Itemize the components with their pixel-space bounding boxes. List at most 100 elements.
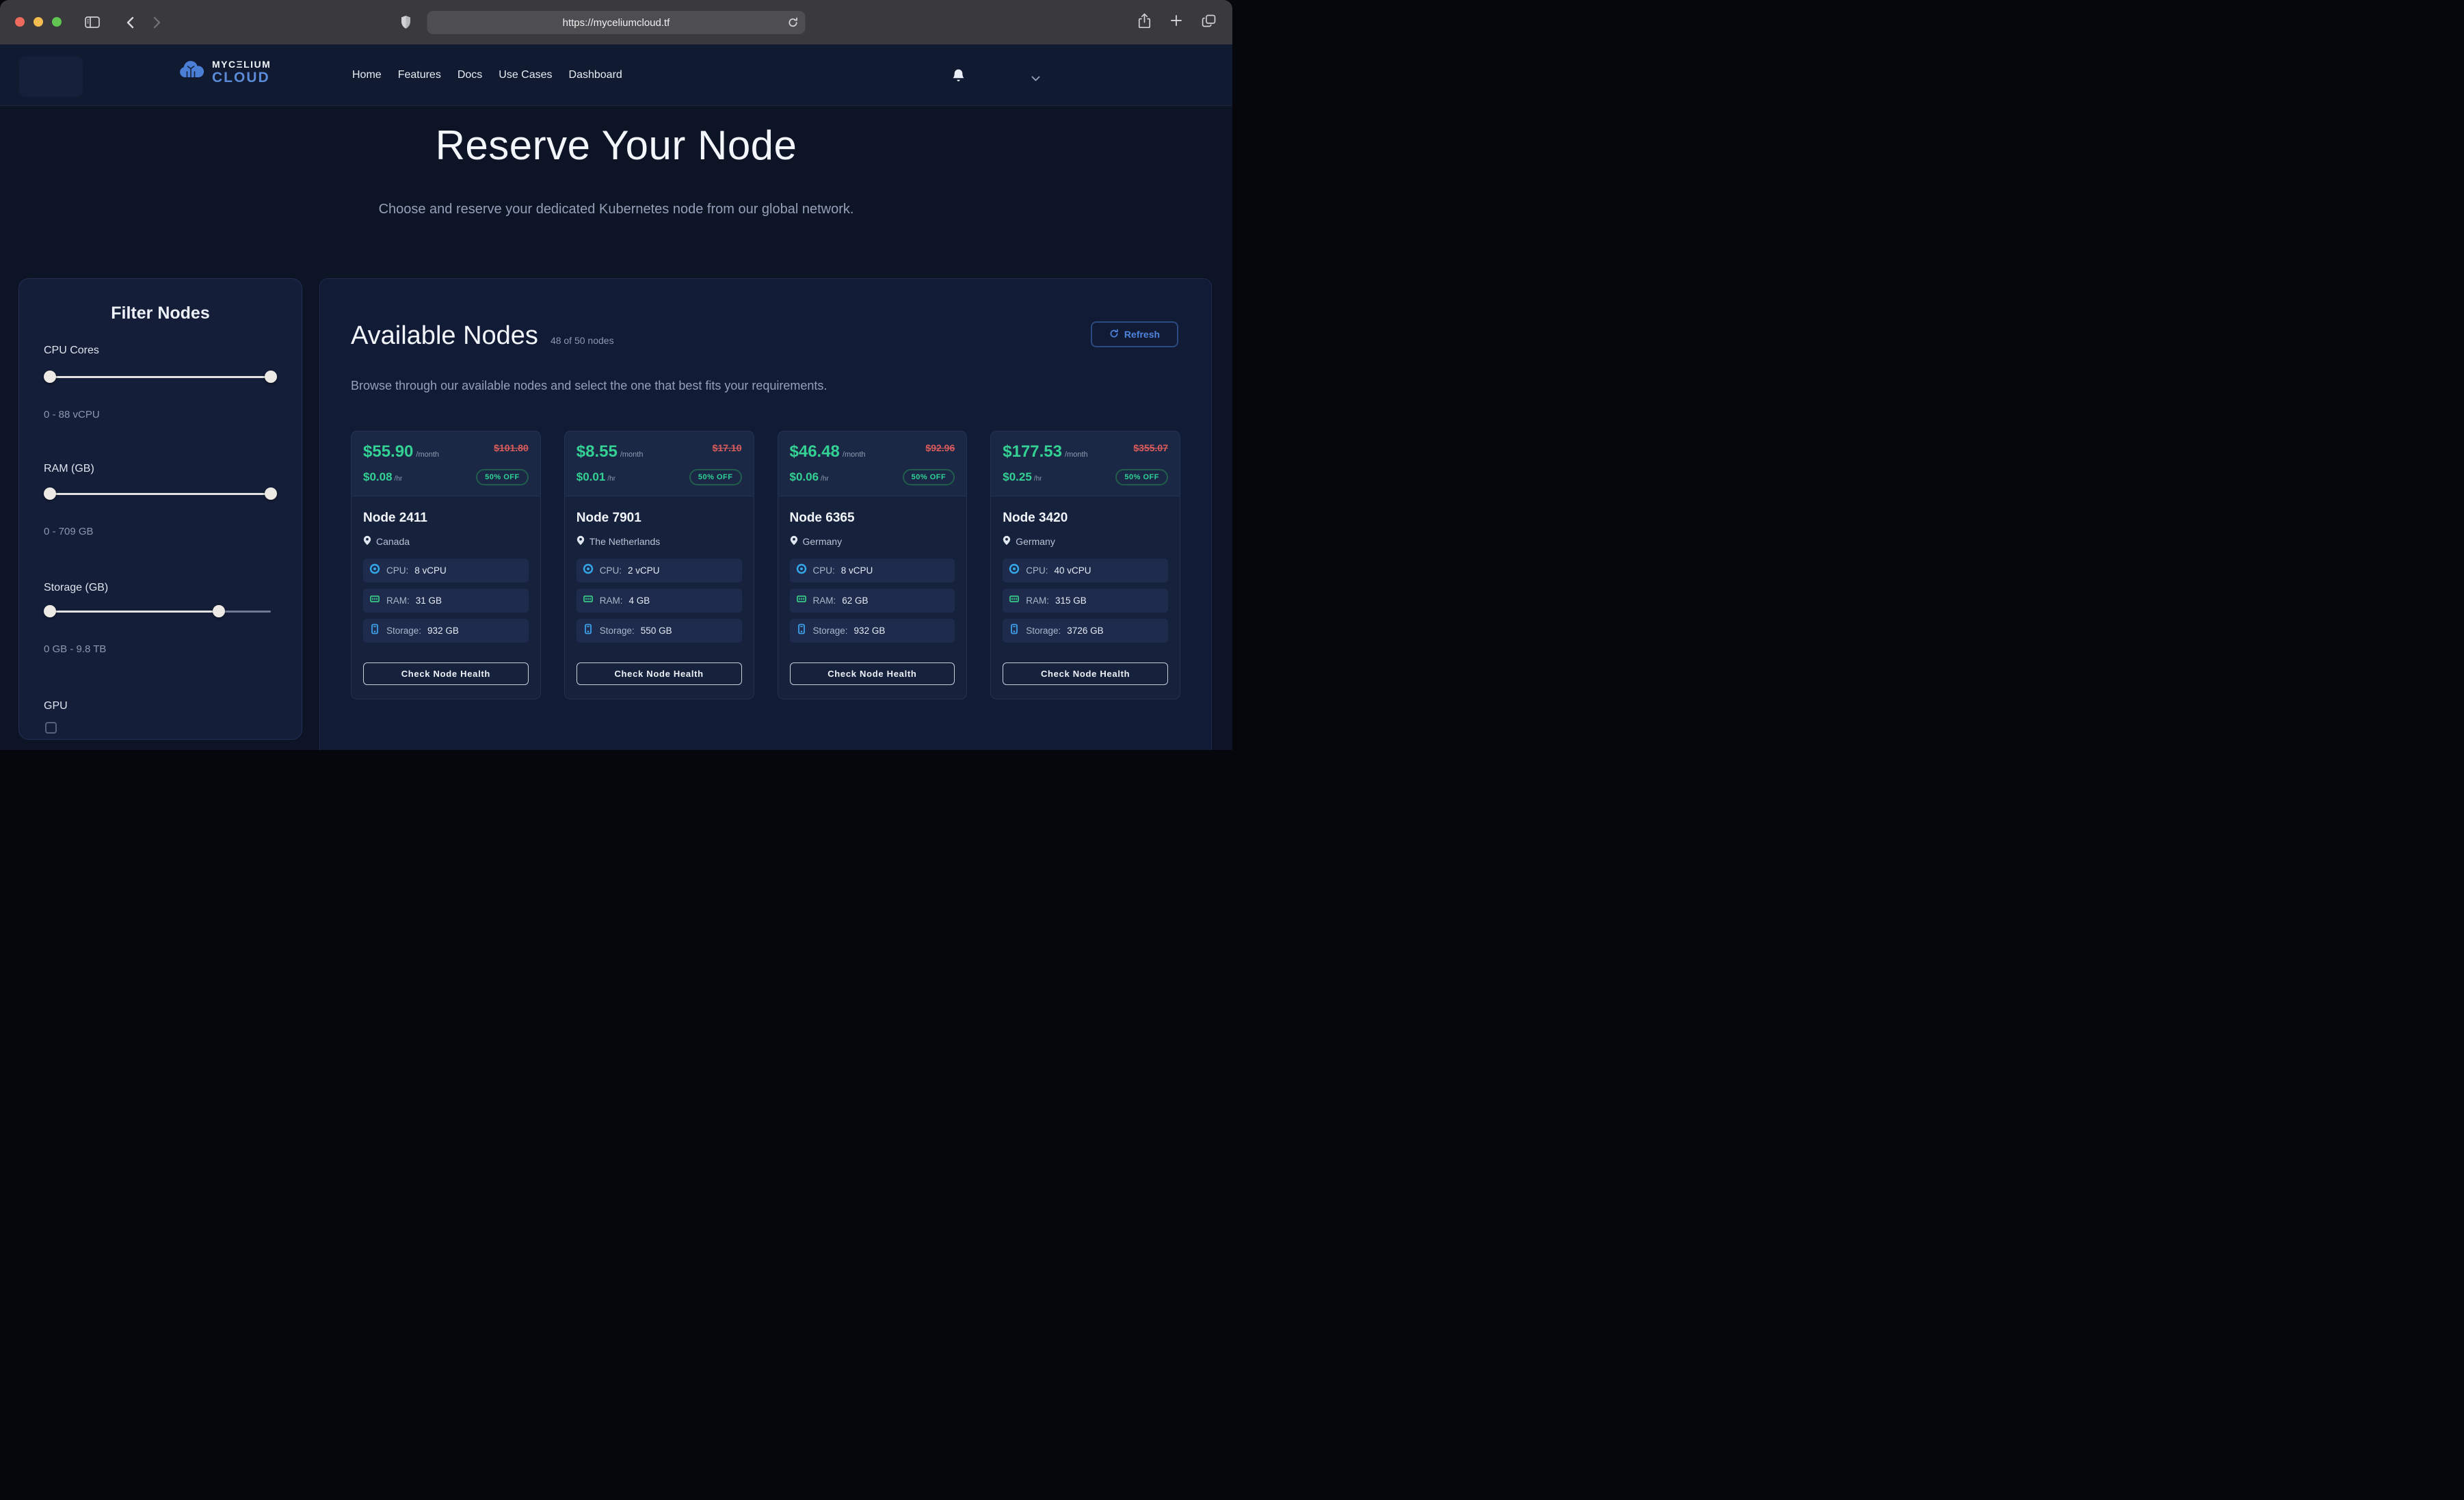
node-name: Node 3420 (1003, 511, 1168, 526)
card-body: Node 3420 Germany CPU: 40 vCPU RAM: 315 … (991, 496, 1180, 699)
nav-link-dashboard[interactable]: Dashboard (569, 69, 622, 81)
check-node-health-button[interactable]: Check Node Health (577, 662, 742, 685)
filter-panel: Filter Nodes CPU Cores 0 - 88 vCPU RAM (… (18, 278, 302, 740)
new-tab-icon[interactable] (1170, 14, 1182, 30)
brand-logo[interactable]: MYCΞLIUM CLOUD (176, 59, 271, 85)
cpu-cores-label: CPU Cores (44, 345, 99, 357)
nav-link-docs[interactable]: Docs (458, 69, 482, 81)
storage-range-text: 0 GB - 9.8 TB (44, 643, 106, 655)
spec-value: 2 vCPU (628, 565, 660, 576)
maximize-button[interactable] (52, 17, 62, 27)
ram-range-text: 0 - 709 GB (44, 526, 94, 537)
check-node-health-button[interactable]: Check Node Health (363, 662, 529, 685)
spec-label: CPU: (813, 565, 835, 576)
spec-label: RAM: (813, 595, 836, 606)
ram-icon (1009, 593, 1020, 608)
original-price: $92.96 (925, 442, 955, 453)
tab-overview-icon[interactable] (1202, 14, 1216, 31)
card-body: Node 6365 Germany CPU: 8 vCPU RAM: 62 GB (778, 496, 967, 699)
node-name: Node 6365 (790, 511, 955, 526)
check-node-health-button[interactable]: Check Node Health (1003, 662, 1168, 685)
node-location: Canada (376, 536, 410, 547)
storage-slider-track (50, 611, 217, 613)
page-title: Reserve Your Node (0, 122, 1232, 169)
ram-slider (44, 487, 277, 500)
node-card: $46.48/month $92.96 $0.06/hr 50% OFF Nod… (778, 431, 968, 699)
card-pricing-header: $177.53/month $355.07 $0.25/hr 50% OFF (991, 431, 1180, 496)
cpu-range-text: 0 - 88 vCPU (44, 409, 100, 420)
ram-slider-track (50, 493, 271, 495)
spec-row-cpu: CPU: 8 vCPU (790, 559, 955, 582)
nav-link-home[interactable]: Home (352, 69, 382, 81)
panel-title: Available Nodes (351, 321, 538, 351)
price-hour: $0.08 (363, 470, 393, 483)
price-month: $46.48 (790, 442, 840, 461)
ram-icon (369, 593, 380, 608)
chevron-down-icon[interactable] (1031, 73, 1040, 85)
price-month: $177.53 (1003, 442, 1062, 461)
nav-link-use-cases[interactable]: Use Cases (499, 69, 552, 81)
spec-label: Storage: (600, 626, 635, 636)
nav-link-features[interactable]: Features (398, 69, 441, 81)
cpu-cores-slider (44, 371, 277, 383)
brand-line2: CLOUD (212, 70, 271, 85)
url-field[interactable]: https://myceliumcloud.tf (427, 11, 806, 34)
ram-min-handle[interactable] (44, 487, 56, 500)
sidebar-toggle-icon[interactable] (82, 0, 103, 44)
storage-icon (369, 624, 380, 638)
storage-min-handle[interactable] (44, 605, 56, 617)
minimize-button[interactable] (34, 17, 43, 27)
spec-row-storage: Storage: 932 GB (363, 619, 529, 643)
card-body: Node 7901 The Netherlands CPU: 2 vCPU RA… (565, 496, 754, 699)
ram-max-handle[interactable] (265, 487, 277, 500)
node-card: $8.55/month $17.10 $0.01/hr 50% OFF Node… (564, 431, 754, 699)
card-pricing-header: $8.55/month $17.10 $0.01/hr 50% OFF (565, 431, 754, 496)
spec-label: RAM: (1026, 595, 1049, 606)
forward-icon[interactable] (149, 0, 165, 44)
price-month: $8.55 (577, 442, 618, 461)
price-hour: $0.25 (1003, 470, 1032, 483)
toolbar-right (1138, 0, 1216, 44)
spec-row-cpu: CPU: 40 vCPU (1003, 559, 1168, 582)
node-name: Node 7901 (577, 511, 742, 526)
back-icon[interactable] (122, 0, 138, 44)
refresh-button[interactable]: Refresh (1091, 321, 1178, 347)
spec-row-cpu: CPU: 8 vCPU (363, 559, 529, 582)
share-icon[interactable] (1138, 13, 1151, 32)
spec-row-ram: RAM: 31 GB (363, 589, 529, 613)
price-month-unit: /month (620, 451, 644, 459)
bell-icon[interactable] (952, 68, 965, 86)
close-button[interactable] (15, 17, 25, 27)
spec-value: 8 vCPU (841, 565, 873, 576)
spec-row-storage: Storage: 3726 GB (1003, 619, 1168, 643)
storage-label: Storage (GB) (44, 582, 108, 594)
check-node-health-button[interactable]: Check Node Health (790, 662, 955, 685)
shield-icon[interactable] (397, 0, 414, 44)
discount-badge: 50% OFF (689, 469, 742, 485)
spec-value: 4 GB (629, 595, 650, 606)
location-pin-icon (1003, 535, 1011, 548)
card-pricing-header: $55.90/month $101.80 $0.08/hr 50% OFF (352, 431, 540, 496)
spec-row-ram: RAM: 62 GB (790, 589, 955, 613)
screen: https://myceliumcloud.tf MYCΞLIUM (0, 0, 1232, 750)
cpu-min-handle[interactable] (44, 371, 56, 383)
spec-row-storage: Storage: 550 GB (577, 619, 742, 643)
available-nodes-panel: Available Nodes 48 of 50 nodes Refresh B… (319, 278, 1212, 750)
gpu-checkbox[interactable] (45, 722, 57, 734)
spec-row-cpu: CPU: 2 vCPU (577, 559, 742, 582)
brand-cloud-icon (176, 59, 205, 85)
price-month-unit: /month (416, 451, 439, 459)
cpu-icon (1009, 563, 1020, 578)
spec-label: CPU: (1026, 565, 1048, 576)
spec-row-ram: RAM: 315 GB (1003, 589, 1168, 613)
ram-icon (583, 593, 594, 608)
spec-value: 62 GB (842, 595, 868, 606)
reload-icon[interactable] (788, 11, 799, 34)
price-hour: $0.06 (790, 470, 819, 483)
browser-window: https://myceliumcloud.tf MYCΞLIUM (0, 0, 1232, 750)
cpu-max-handle[interactable] (265, 371, 277, 383)
spec-value: 932 GB (427, 626, 459, 636)
location-pin-icon (577, 535, 585, 548)
brand-line1: MYCΞLIUM (212, 59, 271, 69)
storage-max-handle[interactable] (213, 605, 225, 617)
